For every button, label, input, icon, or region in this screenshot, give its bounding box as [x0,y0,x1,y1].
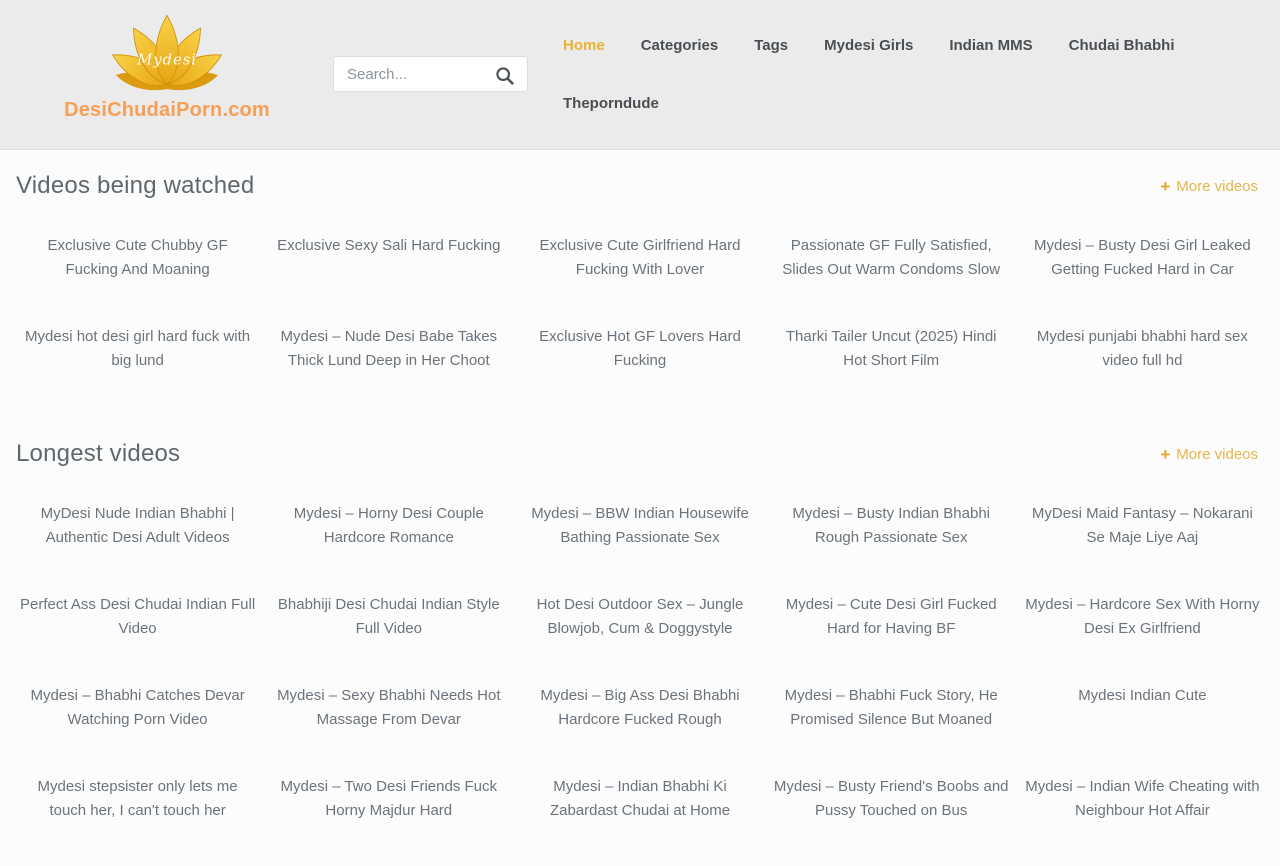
video-item: Mydesi – Bhabhi Catches Devar Watching P… [12,684,263,775]
video-item: MyDesi Maid Fantasy – Nokarani Se Maje L… [1017,502,1268,593]
video-title-link[interactable]: Mydesi – Busty Desi Girl Leaked Getting … [1025,234,1260,282]
video-grid: Exclusive Cute Chubby GF Fucking And Moa… [12,234,1268,416]
video-title-link[interactable]: Mydesi – Indian Bhabhi Ki Zabardast Chud… [522,775,757,823]
video-title-link[interactable]: Mydesi – Hardcore Sex With Horny Desi Ex… [1025,593,1260,641]
video-item: Mydesi – Sexy Bhabhi Needs Hot Massage F… [263,684,514,775]
section-header: Videos being watched + More videos [16,164,1264,208]
video-title-link[interactable]: Mydesi hot desi girl hard fuck with big … [20,325,255,373]
lotus-logo-text: Mydesi [136,51,197,69]
search-box [333,56,528,92]
video-item: Mydesi – Bhabhi Fuck Story, He Promised … [766,684,1017,775]
video-item: Mydesi – Indian Wife Cheating with Neigh… [1017,775,1268,866]
video-item: Mydesi – Busty Friend's Boobs and Pussy … [766,775,1017,866]
video-item: Mydesi – Indian Bhabhi Ki Zabardast Chud… [514,775,765,866]
video-item: Exclusive Cute Chubby GF Fucking And Moa… [12,234,263,325]
video-item: Mydesi – Hardcore Sex With Horny Desi Ex… [1017,593,1268,684]
video-item: Mydesi – Busty Indian Bhabhi Rough Passi… [766,502,1017,593]
video-title-link[interactable]: MyDesi Nude Indian Bhabhi | Authentic De… [20,502,255,550]
more-videos-label: More videos [1176,446,1258,463]
lotus-logo-icon: Mydesi [109,10,225,98]
video-item: Perfect Ass Desi Chudai Indian Full Vide… [12,593,263,684]
section-header: Longest videos + More videos [16,432,1264,476]
site-logo[interactable]: Mydesi DesiChudaiPorn.com [55,10,279,122]
video-section: Longest videos + More videos MyDesi Nude… [12,432,1268,866]
nav-item-tags[interactable]: Tags [736,17,806,75]
video-item: Exclusive Sexy Sali Hard Fucking [263,234,514,325]
video-section: Videos being watched + More videos Exclu… [12,164,1268,416]
site-header: Mydesi DesiChudaiPorn.com HomeCategories… [0,0,1280,150]
nav-item-indian-mms[interactable]: Indian MMS [931,17,1050,75]
video-item: Tharki Tailer Uncut (2025) Hindi Hot Sho… [766,325,1017,416]
more-videos-label: More videos [1176,178,1258,195]
more-videos-link[interactable]: + More videos [1160,178,1264,195]
video-item: Mydesi – Busty Desi Girl Leaked Getting … [1017,234,1268,325]
plus-icon: + [1160,446,1170,463]
video-title-link[interactable]: Hot Desi Outdoor Sex – Jungle Blowjob, C… [522,593,757,641]
video-title-link[interactable]: Mydesi – Indian Wife Cheating with Neigh… [1025,775,1260,823]
video-item: Mydesi – Two Desi Friends Fuck Horny Maj… [263,775,514,866]
video-item: Mydesi Indian Cute [1017,684,1268,775]
video-title-link[interactable]: Mydesi – Big Ass Desi Bhabhi Hardcore Fu… [522,684,757,732]
nav-item-chudai-bhabhi[interactable]: Chudai Bhabhi [1051,17,1193,75]
video-title-link[interactable]: Mydesi – Bhabhi Fuck Story, He Promised … [774,684,1009,732]
plus-icon: + [1160,178,1170,195]
video-title-link[interactable]: Mydesi – Horny Desi Couple Hardcore Roma… [271,502,506,550]
video-item: Mydesi stepsister only lets me touch her… [12,775,263,866]
video-item: Exclusive Cute Girlfriend Hard Fucking W… [514,234,765,325]
video-grid: MyDesi Nude Indian Bhabhi | Authentic De… [12,502,1268,866]
search-input[interactable] [334,66,490,83]
video-title-link[interactable]: Perfect Ass Desi Chudai Indian Full Vide… [20,593,255,641]
nav-item-mydesi-girls[interactable]: Mydesi Girls [806,17,931,75]
video-title-link[interactable]: Mydesi Indian Cute [1078,684,1206,708]
site-name: DesiChudaiPorn.com [55,99,279,122]
video-title-link[interactable]: Exclusive Cute Girlfriend Hard Fucking W… [522,234,757,282]
video-item: Mydesi hot desi girl hard fuck with big … [12,325,263,416]
search-button[interactable] [490,63,527,86]
video-title-link[interactable]: Mydesi – Busty Indian Bhabhi Rough Passi… [774,502,1009,550]
video-title-link[interactable]: Mydesi – Sexy Bhabhi Needs Hot Massage F… [271,684,506,732]
main-nav: HomeCategoriesTagsMydesi GirlsIndian MMS… [545,17,1245,133]
video-item: Passionate GF Fully Satisfied, Slides Ou… [766,234,1017,325]
more-videos-link[interactable]: + More videos [1160,446,1264,463]
video-title-link[interactable]: Mydesi – Bhabhi Catches Devar Watching P… [20,684,255,732]
video-title-link[interactable]: Mydesi – Two Desi Friends Fuck Horny Maj… [271,775,506,823]
video-item: Mydesi – Nude Desi Babe Takes Thick Lund… [263,325,514,416]
video-title-link[interactable]: Mydesi – Busty Friend's Boobs and Pussy … [774,775,1009,823]
video-title-link[interactable]: Exclusive Sexy Sali Hard Fucking [277,234,500,258]
video-title-link[interactable]: Mydesi – Cute Desi Girl Fucked Hard for … [774,593,1009,641]
main-content: Videos being watched + More videos Exclu… [0,150,1280,866]
nav-item-home[interactable]: Home [545,17,623,75]
video-title-link[interactable]: Bhabhiji Desi Chudai Indian Style Full V… [271,593,506,641]
video-title-link[interactable]: MyDesi Maid Fantasy – Nokarani Se Maje L… [1025,502,1260,550]
section-title: Longest videos [16,440,180,468]
video-title-link[interactable]: Tharki Tailer Uncut (2025) Hindi Hot Sho… [774,325,1009,373]
video-item: Mydesi – Cute Desi Girl Fucked Hard for … [766,593,1017,684]
video-title-link[interactable]: Passionate GF Fully Satisfied, Slides Ou… [774,234,1009,282]
video-item: Bhabhiji Desi Chudai Indian Style Full V… [263,593,514,684]
search-icon [494,65,515,86]
video-item: Mydesi – BBW Indian Housewife Bathing Pa… [514,502,765,593]
section-title: Videos being watched [16,172,254,200]
video-item: Mydesi punjabi bhabhi hard sex video ful… [1017,325,1268,416]
video-title-link[interactable]: Mydesi stepsister only lets me touch her… [20,775,255,823]
video-item: Mydesi – Big Ass Desi Bhabhi Hardcore Fu… [514,684,765,775]
video-item: Hot Desi Outdoor Sex – Jungle Blowjob, C… [514,593,765,684]
video-title-link[interactable]: Exclusive Hot GF Lovers Hard Fucking [522,325,757,373]
nav-item-categories[interactable]: Categories [623,17,737,75]
video-item: MyDesi Nude Indian Bhabhi | Authentic De… [12,502,263,593]
video-title-link[interactable]: Mydesi punjabi bhabhi hard sex video ful… [1025,325,1260,373]
video-title-link[interactable]: Exclusive Cute Chubby GF Fucking And Moa… [20,234,255,282]
video-title-link[interactable]: Mydesi – Nude Desi Babe Takes Thick Lund… [271,325,506,373]
nav-item-theporndude[interactable]: Theporndude [545,75,677,133]
video-title-link[interactable]: Mydesi – BBW Indian Housewife Bathing Pa… [522,502,757,550]
video-item: Mydesi – Horny Desi Couple Hardcore Roma… [263,502,514,593]
video-item: Exclusive Hot GF Lovers Hard Fucking [514,325,765,416]
